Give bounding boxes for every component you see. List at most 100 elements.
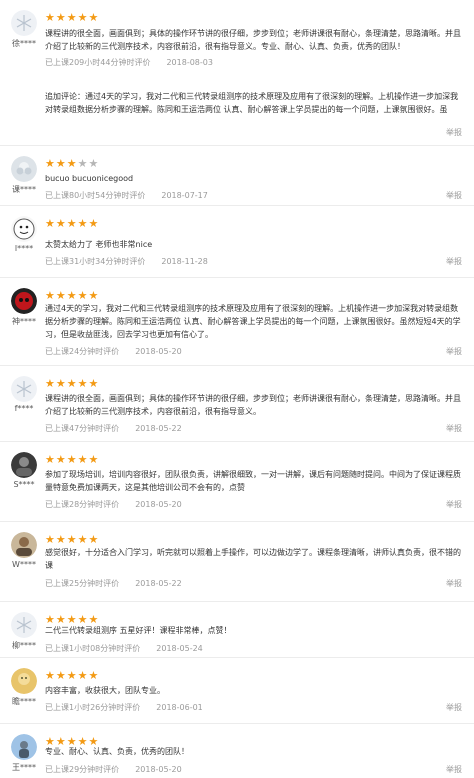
review-date: 2018-05-22 [135,424,182,433]
report-link[interactable]: 举报 [446,423,462,434]
user-avatar[interactable] [11,216,37,242]
star-icon: ★ [88,669,100,682]
review-date: 2018-06-01 [156,703,203,712]
rating-stars: ★★★★★ [45,12,99,23]
review-text: 课程讲的很全面，画面俱到；具体的操作环节讲的很仔细，步步到位；老师讲课很有耐心，… [45,394,461,416]
star-icon: ★ [77,533,89,546]
review-item: W**** ★★★★★ 感觉很好，十分适合入门学习，听完就可以照着上手操作，可以… [0,522,474,602]
study-time: 已上课1小时26分钟时评价 [45,703,141,712]
star-icon: ★ [66,11,78,24]
review-text: 二代三代转录组测序 五星好评！课程非常棒，点赞！ [45,626,232,635]
rating-stars: ★★★★★ [45,290,99,301]
username: l**** [14,244,34,253]
username: W**** [12,560,36,569]
star-icon: ★ [88,217,100,230]
rating-stars: ★★★★★ [45,454,99,465]
study-time: 已上课25分钟时评价 [45,579,120,588]
username: f**** [14,404,34,413]
star-icon: ★ [66,453,78,466]
user-avatar[interactable] [11,734,37,760]
star-icon: ★ [45,11,56,24]
star-icon: ★ [55,217,67,230]
review-date: 2018-05-20 [135,347,182,356]
star-icon: ★ [55,533,67,546]
rating-stars: ★★★★★ [45,218,99,229]
report-link[interactable]: 举报 [446,499,462,510]
user-avatar[interactable] [11,156,37,182]
star-icon: ★ [45,157,56,170]
user-avatar[interactable] [11,452,37,478]
report-link[interactable]: 举报 [446,346,462,357]
review-list: 徐**** ★★★★★ 课程讲的很全面，画面俱到；具体的操作环节讲的很仔细，步步… [0,0,474,778]
star-icon: ★ [45,377,56,390]
review-date: 2018-08-03 [166,58,213,67]
user-avatar[interactable] [11,668,37,694]
review-text: 专业、耐心、认真、负责，优秀的团队！ [45,747,189,756]
username: 课**** [12,185,36,194]
star-icon: ★ [88,289,100,302]
star-icon: ★ [45,217,56,230]
review-meta: 已上课1小时26分钟时评价 2018-06-01 [45,702,203,713]
study-time: 已上课47分钟时评价 [45,424,120,433]
username: 柳**** [12,641,36,650]
review-item: 神**** ★★★★★ 通过4天的学习，我对二代和三代转录组测序的技术原理及应用… [0,278,474,366]
star-icon: ★ [55,669,67,682]
review-text: 通过4天的学习，我对二代和三代转录组测序的技术原理及应用有了很深刻的理解。上机操… [45,304,461,339]
username: 神**** [12,317,36,326]
star-icon: ★ [66,157,78,170]
username: 王**** [12,763,36,772]
study-time: 已上课1小时08分钟时评价 [45,644,141,653]
review-meta: 已上课80小时54分钟时评价 2018-07-17 [45,190,208,201]
star-icon: ★ [77,289,89,302]
username: 瞻**** [12,697,36,706]
rating-stars: ★★★★★ [45,378,99,389]
star-icon: ★ [55,11,67,24]
review-text: 课程讲的很全面，画面俱到；具体的操作环节讲的很仔细，步步到位；老师讲课很有耐心，… [45,29,461,51]
review-text: 参加了现场培训，培训内容很好，团队很负责，讲解很细致，一对一讲解，课后有问题随时… [45,470,461,492]
star-icon: ★ [55,157,67,170]
report-link[interactable]: 举报 [446,256,462,267]
star-icon: ★ [88,377,100,390]
star-icon: ★ [77,11,89,24]
star-icon: ★ [55,289,67,302]
report-link[interactable]: 举报 [446,190,462,201]
star-icon: ★ [77,377,89,390]
study-time: 已上课80小时54分钟时评价 [45,191,146,200]
review-meta: 已上课28分钟时评价 2018-05-20 [45,499,182,510]
report-link[interactable]: 举报 [446,578,462,589]
review-item: f**** ★★★★★ 课程讲的很全面，画面俱到；具体的操作环节讲的很仔细，步步… [0,366,474,442]
review-meta: 已上课31小时34分钟时评价 2018-11-28 [45,256,208,267]
star-icon: ★ [88,533,100,546]
report-link[interactable]: 举报 [446,764,462,775]
star-icon: ★ [88,11,100,24]
review-item: S**** ★★★★★ 参加了现场培训，培训内容很好，团队很负责，讲解很细致，一… [0,442,474,522]
username: S**** [13,480,35,489]
study-time: 已上课31小时34分钟时评价 [45,257,146,266]
star-empty-icon: ★ [77,157,89,170]
user-avatar[interactable] [11,376,37,402]
star-icon: ★ [45,289,56,302]
review-meta: 已上课24分钟时评价 2018-05-20 [45,346,182,357]
report-link[interactable]: 举报 [446,702,462,713]
user-avatar[interactable] [11,288,37,314]
review-date: 2018-05-20 [135,500,182,509]
star-empty-icon: ★ [88,157,100,170]
user-avatar[interactable] [11,612,37,638]
study-time: 已上课28分钟时评价 [45,500,120,509]
report-link[interactable]: 举报 [446,127,462,138]
review-date: 2018-05-20 [135,765,182,774]
star-icon: ★ [55,453,67,466]
review-meta: 已上课1小时08分钟时评价 2018-05-24 [45,643,203,654]
star-icon: ★ [66,533,78,546]
review-item: 徐**** ★★★★★ 课程讲的很全面，画面俱到；具体的操作环节讲的很仔细，步步… [0,0,474,146]
star-icon: ★ [66,669,78,682]
review-item: 柳**** ★★★★★ 二代三代转录组测序 五星好评！课程非常棒，点赞！ 已上课… [0,602,474,658]
star-icon: ★ [77,217,89,230]
star-icon: ★ [55,377,67,390]
user-avatar[interactable] [11,532,37,558]
username: 徐**** [12,39,36,48]
user-avatar[interactable] [11,10,37,36]
review-meta: 已上课209小时44分钟时评价 2018-08-03 [45,57,213,68]
rating-stars: ★★★★★ [45,534,99,545]
review-meta: 已上课29分钟时评价 2018-05-20 [45,764,182,775]
